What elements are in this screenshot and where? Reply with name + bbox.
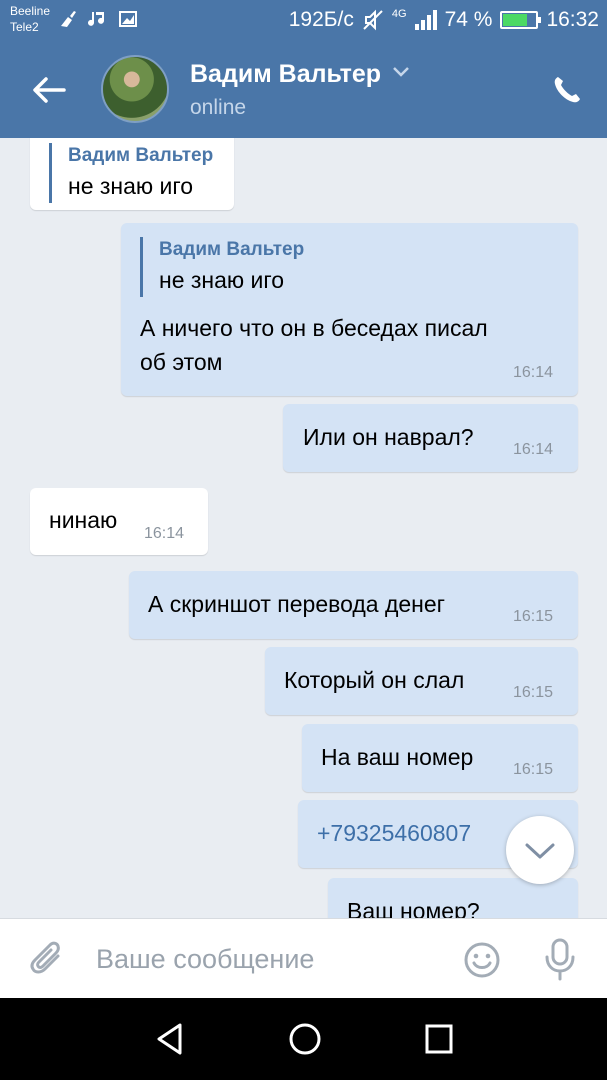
message-time: 16:15	[513, 684, 554, 701]
message-time: 16:14	[144, 525, 185, 542]
carrier-1: Beeline	[10, 4, 51, 18]
signal-icon	[414, 10, 437, 30]
message-composer	[0, 918, 607, 998]
network-type: 4G	[391, 8, 407, 20]
android-nav-bar	[0, 998, 607, 1080]
carrier-names: Beeline Tele2	[10, 3, 50, 35]
contact-name[interactable]: Вадим Вальтер	[190, 60, 381, 89]
message-text: А скриншот перевода денег	[148, 591, 446, 617]
nav-home-icon[interactable]	[288, 1022, 322, 1056]
smile-icon[interactable]	[463, 941, 501, 979]
message-outgoing[interactable]: На ваш номер 16:15	[302, 724, 578, 792]
broom-icon	[61, 11, 76, 27]
message-list[interactable]: Вадим Вальтер не знаю иго Вадим Вальтер …	[0, 138, 607, 918]
battery-icon	[500, 11, 542, 29]
paperclip-icon[interactable]	[28, 939, 66, 979]
status-right: 192Б/с 4G 74 % 16:32	[289, 8, 599, 32]
chevron-down-icon[interactable]	[392, 66, 410, 78]
clock: 16:32	[546, 8, 599, 31]
message-time: 16:15	[513, 608, 554, 625]
nav-recents-icon[interactable]	[424, 1022, 454, 1056]
reply-quote: Вадим Вальтер не знаю иго	[140, 237, 304, 297]
message-incoming[interactable]: Вадим Вальтер не знаю иго	[30, 138, 234, 210]
message-text: Который он слал	[284, 667, 465, 693]
network-speed: 192Б/с	[288, 8, 354, 31]
reply-text: не знаю иго	[68, 173, 194, 199]
message-text: Ваш номер?	[347, 898, 480, 918]
message-input[interactable]	[96, 937, 436, 981]
message-text: На ваш номер	[321, 744, 474, 770]
message-text: Или он наврал?	[303, 424, 474, 450]
scroll-to-bottom-button[interactable]	[506, 816, 574, 884]
reply-author: Вадим Вальтер	[159, 239, 305, 260]
message-outgoing[interactable]: Или он наврал? 16:14	[283, 404, 578, 472]
nav-back-icon[interactable]	[155, 1022, 185, 1056]
reply-author: Вадим Вальтер	[68, 145, 214, 166]
message-time: 16:14	[513, 364, 554, 381]
message-outgoing[interactable]: Вадим Вальтер не знаю иго А ничего что о…	[121, 223, 578, 396]
reply-quote: Вадим Вальтер не знаю иго	[49, 143, 213, 203]
phone-icon[interactable]	[551, 74, 583, 106]
carrier-2: Tele2	[10, 20, 39, 34]
message-text: нинаю	[49, 507, 118, 533]
chevron-down-icon	[525, 843, 555, 859]
message-text: об этом	[140, 349, 223, 375]
avatar[interactable]	[101, 55, 169, 123]
message-time: 16:15	[513, 761, 554, 778]
message-outgoing[interactable]: А скриншот перевода денег 16:15	[129, 571, 578, 639]
reply-text: не знаю иго	[159, 267, 285, 293]
message-outgoing[interactable]: Который он слал 16:15	[265, 647, 578, 715]
message-text: А ничего что он в беседах писал	[140, 315, 488, 341]
contact-status: online	[190, 96, 247, 119]
message-outgoing[interactable]: Ваш номер?	[328, 878, 578, 918]
image-icon	[119, 11, 137, 27]
notification-icons	[58, 9, 138, 29]
status-bar: Beeline Tele2 192Б/с 4G 74 % 16:32	[0, 0, 607, 44]
music-note-icon	[88, 12, 104, 26]
microphone-icon[interactable]	[543, 937, 577, 981]
arrow-left-icon[interactable]	[28, 72, 68, 108]
message-time: 16:14	[513, 441, 554, 458]
phone-number-link[interactable]: +79325460807	[317, 816, 471, 850]
message-incoming[interactable]: нинаю 16:14	[30, 488, 208, 555]
mute-icon	[363, 9, 383, 31]
battery-percent: 74 %	[444, 8, 493, 31]
chat-header: Вадим Вальтер online	[0, 44, 607, 138]
